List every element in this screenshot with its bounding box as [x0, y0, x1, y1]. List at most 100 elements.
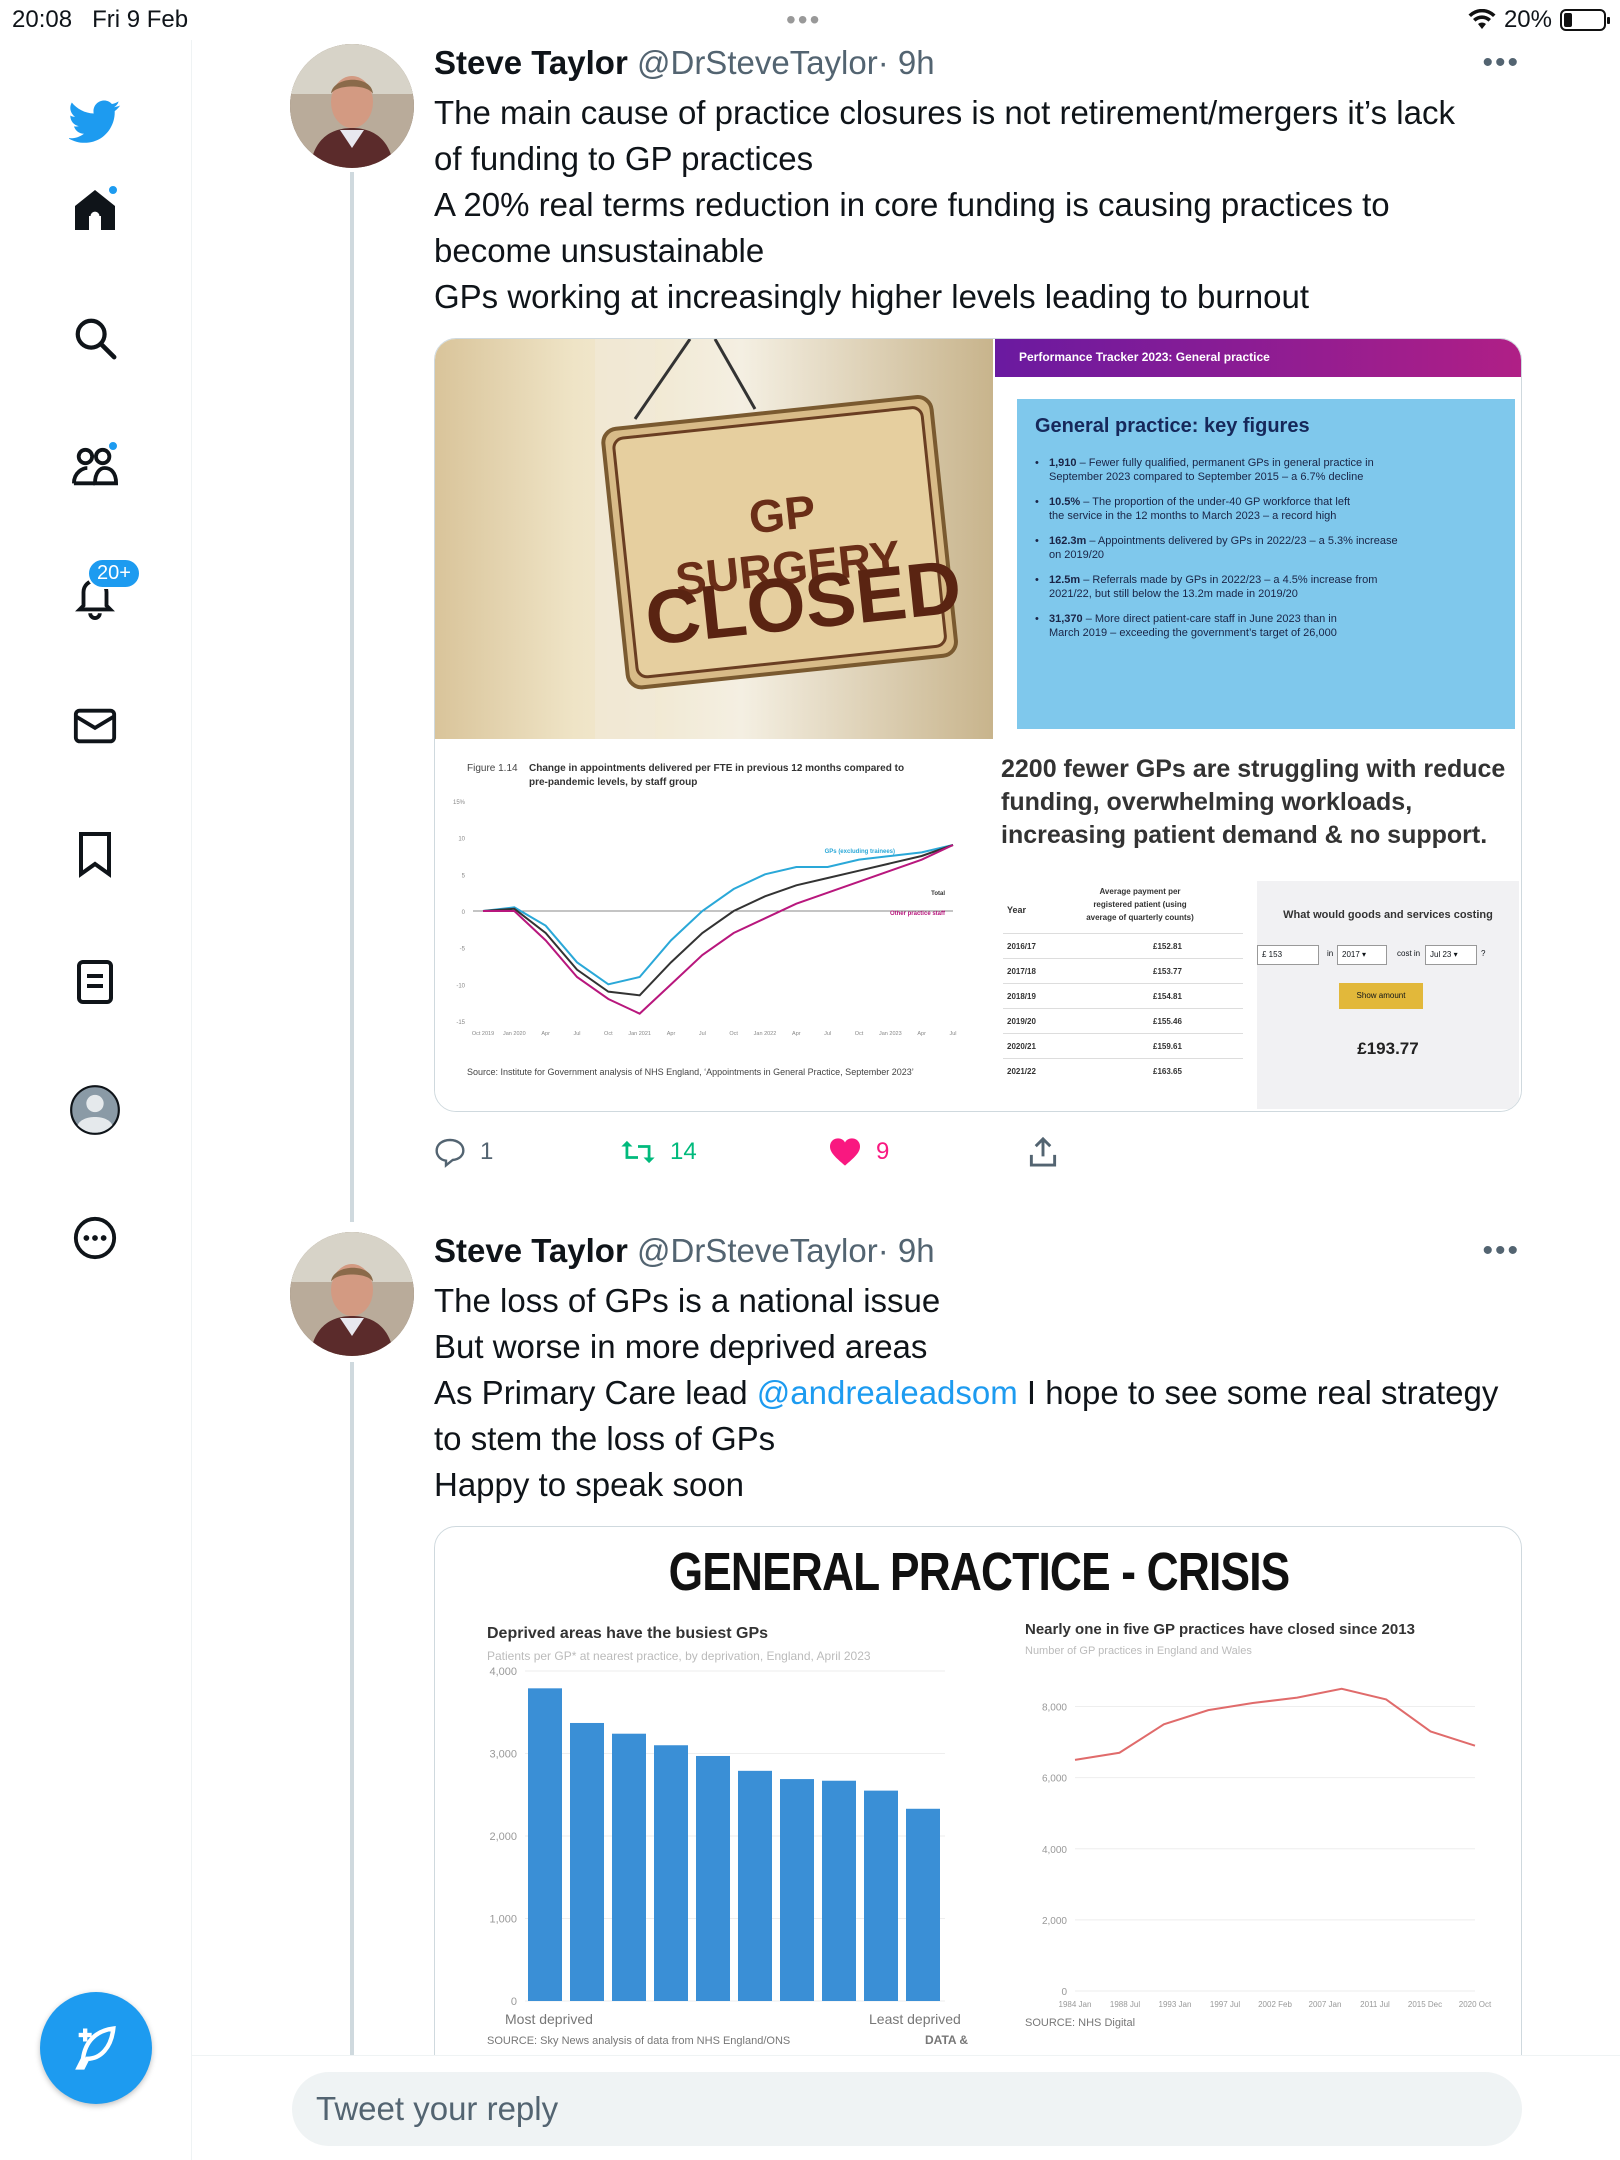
mention-link[interactable]: @andrealeadsom [757, 1374, 1018, 1411]
x-tick-label: 2007 Jan [1309, 2000, 1342, 2009]
reply-bar: Tweet your reply [192, 2055, 1620, 2160]
tweet-actions: 1 14 9 [434, 1136, 1058, 1168]
key-figure-item: • 1,910 – Fewer fully qualified, permanen… [1035, 457, 1374, 483]
bar [612, 1733, 646, 2001]
calc-in-label: in [1327, 949, 1334, 958]
tweet-header: Steve Taylor @DrSteveTaylor· 9h [434, 1232, 935, 1270]
tracker-header: Performance Tracker 2023: General practi… [995, 339, 1521, 377]
more-options-icon[interactable] [63, 1206, 127, 1270]
legend-total: Total [931, 891, 945, 897]
like-button[interactable]: 9 [828, 1136, 1028, 1168]
x-tick-label: Jan 2023 [879, 1031, 902, 1037]
compose-tweet-button[interactable] [40, 1992, 152, 2104]
x-tick-label: Apr [667, 1031, 676, 1037]
bar [780, 1779, 814, 2001]
author-name[interactable]: Steve Taylor [434, 44, 628, 81]
bar-chart-title: Deprived areas have the busiest GPs [487, 1625, 769, 1642]
x-tick-label: Apr [917, 1031, 926, 1037]
y-tick-label: 3,000 [489, 1749, 517, 1761]
table-year-header: Year [1007, 905, 1027, 915]
reply-icon [435, 1138, 465, 1168]
legend-gps: GPs (excluding trainees) [825, 849, 895, 855]
y-tick-label: 5 [462, 873, 466, 879]
y-tick-label: -10 [456, 983, 465, 989]
bar [654, 1745, 688, 2001]
y-tick-label: 0 [511, 1996, 517, 2008]
table-row: 2017/18 £153.77 [1003, 958, 1243, 982]
x-tick-label: 2015 Dec [1408, 2000, 1442, 2009]
tweet-media-crisis[interactable]: GENERAL PRACTICE - CRISIS Deprived areas… [434, 1526, 1522, 2086]
bar [822, 1780, 856, 2001]
status-time: 20:08 Fri 9 Feb [12, 6, 189, 33]
tweet-media-grid[interactable]: GP SURGERY CLOSED Performance Tracker 20… [434, 338, 1522, 1112]
x-tick-label: Apr [792, 1031, 801, 1037]
x-tick-label: 2002 Feb [1258, 2000, 1292, 2009]
table-row: 2020/21 £159.61 [1003, 1033, 1243, 1057]
calc-question: ? [1481, 949, 1486, 958]
table-row: 2016/17 £152.81 [1003, 933, 1243, 957]
calc-amount-input[interactable]: £ 153 [1257, 945, 1319, 965]
x-tick-label: 1993 Jan [1159, 2000, 1192, 2009]
y-tick-label: 2,000 [1042, 1916, 1067, 1927]
bar [906, 1808, 940, 2001]
busiest-gps-bar-chart: 4,000 3,000 2,000 1,000 0 [489, 1666, 945, 2008]
share-icon [1029, 1136, 1057, 1167]
table-payment-header: Average payment per registered patient (… [1086, 887, 1194, 922]
retweet-count: 14 [670, 1138, 697, 1165]
bar [696, 1755, 730, 2001]
avatar[interactable] [290, 1232, 414, 1356]
x-tick-label: Jan 2022 [754, 1031, 777, 1037]
profile-avatar-icon[interactable] [63, 1078, 127, 1142]
key-figure-item: • 31,370 – More direct patient-care staff… [1035, 613, 1337, 639]
key-figure-item: • 162.3m – Appointments delivered by GPs … [1035, 535, 1398, 561]
author-handle[interactable]: @DrSteveTaylor [637, 44, 878, 81]
key-figures-card[interactable]: Performance Tracker 2023: General practi… [995, 339, 1521, 739]
brand-mark: DATA & [925, 2033, 969, 2047]
notifications-icon[interactable]: 20+ [63, 558, 141, 628]
compose-feather-icon [75, 2026, 116, 2070]
y-tick-label: 15% [453, 800, 466, 806]
x-tick-label: 1984 Jan [1059, 2000, 1092, 2009]
battery-percent: 20% [1503, 6, 1552, 33]
multitask-dots[interactable]: ••• [786, 4, 821, 36]
home-icon[interactable] [63, 178, 127, 242]
tweet-2[interactable]: Steve Taylor @DrSteveTaylor· 9h ••• The … [290, 1232, 1522, 2086]
search-icon[interactable] [63, 306, 127, 370]
bar [528, 1688, 562, 2001]
x-tick-label: Oct [604, 1031, 613, 1037]
retweet-button[interactable]: 14 [620, 1136, 828, 1168]
bar [738, 1770, 772, 2001]
more-icon[interactable]: ••• [1482, 1234, 1520, 1268]
x-tick-label: Jul [949, 1031, 956, 1037]
author-handle[interactable]: @DrSteveTaylor [637, 1232, 878, 1269]
more-icon[interactable]: ••• [1482, 46, 1520, 80]
tweet-reply-input[interactable]: Tweet your reply [292, 2072, 1522, 2146]
communities-icon[interactable] [63, 436, 127, 500]
reply-button[interactable]: 1 [434, 1136, 620, 1168]
tweet-header: Steve Taylor @DrSteveTaylor· 9h [434, 44, 935, 82]
figure-label: Figure 1.14 [467, 763, 518, 774]
messages-icon[interactable] [63, 694, 127, 758]
series-line [483, 844, 954, 1015]
appointments-chart-card[interactable]: Figure 1.14 Change in appointments deliv… [435, 741, 993, 1111]
bar-x-end: Least deprived [869, 2011, 961, 2027]
show-amount-button[interactable]: Show amount [1339, 983, 1423, 1009]
funding-card[interactable]: 2200 fewer GPs are struggling with reduc… [995, 741, 1521, 1111]
share-button[interactable] [1028, 1136, 1058, 1168]
y-tick-label: 1,000 [489, 1914, 517, 1926]
lists-icon[interactable] [63, 950, 127, 1014]
closed-sign-photo[interactable]: GP SURGERY CLOSED [435, 339, 993, 739]
bar [864, 1790, 898, 2001]
bar-chart-source: SOURCE: Sky News analysis of data from N… [487, 2035, 791, 2047]
twitter-logo-icon[interactable] [63, 90, 127, 154]
x-tick-label: Oct [855, 1031, 864, 1037]
table-row: 2021/22 £163.65 [1003, 1058, 1243, 1082]
y-tick-label: 8,000 [1042, 1703, 1067, 1714]
author-name[interactable]: Steve Taylor [434, 1232, 628, 1269]
calc-month-select[interactable]: Jul 23 ▾ [1425, 945, 1477, 965]
avatar[interactable] [290, 44, 414, 168]
x-tick-label: Apr [541, 1031, 550, 1037]
calc-year-select[interactable]: 2017 ▾ [1337, 945, 1387, 965]
tweet-1[interactable]: Steve Taylor @DrSteveTaylor· 9h ••• The … [290, 44, 1522, 1184]
bookmarks-icon[interactable] [63, 822, 127, 886]
